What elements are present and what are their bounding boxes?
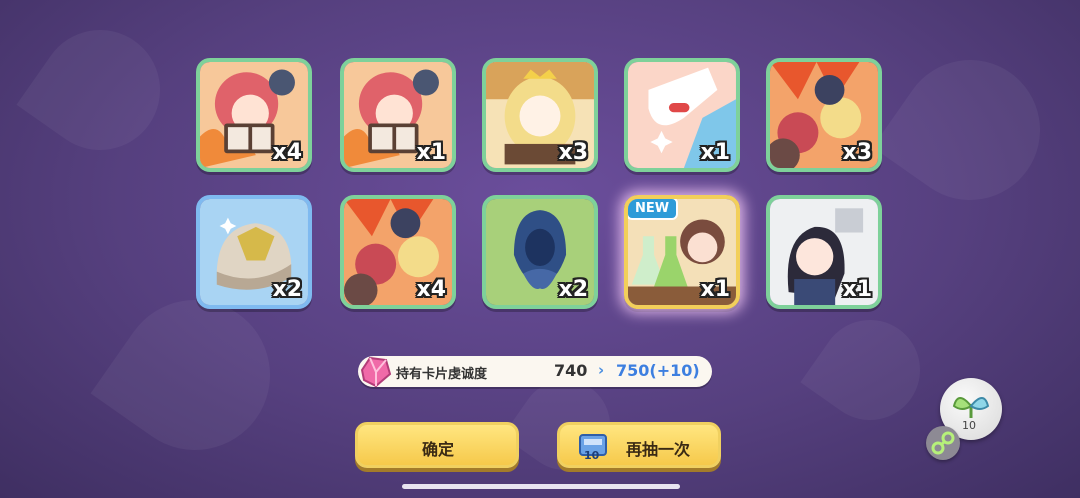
card-quantity: x1 <box>700 140 731 165</box>
reward-card-grid: x4 x1 x3 x1 x3 x2 x4 x2 NEW x1 x1 <box>196 58 886 312</box>
ticket-count: 10 <box>584 449 600 462</box>
confirm-button-label: 确定 <box>422 440 455 459</box>
card-quantity: x1 <box>842 277 873 302</box>
new-badge: NEW <box>628 199 679 220</box>
card-devotion-bar: 持有卡片虔诚度 740 › 750(+10) <box>358 356 712 388</box>
sprout-count: 10 <box>962 419 976 432</box>
arrow-icon: › <box>598 361 605 379</box>
reward-card[interactable]: x1 <box>624 58 740 172</box>
card-quantity: x3 <box>842 140 873 165</box>
redraw-button[interactable]: 10 再抽一次 <box>557 422 721 468</box>
reward-card[interactable]: x4 <box>196 58 312 172</box>
confirm-button[interactable]: 确定 <box>355 422 519 468</box>
card-quantity: x3 <box>558 140 589 165</box>
card-quantity: x4 <box>272 140 303 165</box>
devotion-new-value: 750(+10) <box>616 361 700 380</box>
link-icon <box>931 431 955 455</box>
reward-card[interactable]: x2 <box>196 195 312 309</box>
card-quantity: x2 <box>272 277 303 302</box>
background-leaf <box>16 6 184 174</box>
background-leaf <box>872 32 1068 228</box>
card-quantity: x2 <box>558 277 589 302</box>
reward-card[interactable]: x3 <box>482 58 598 172</box>
card-quantity: x1 <box>416 140 447 165</box>
background-leaf <box>800 300 940 440</box>
devotion-label: 持有卡片虔诚度 <box>396 367 488 382</box>
reward-card[interactable]: x2 <box>482 195 598 309</box>
reward-card[interactable]: x3 <box>766 58 882 172</box>
pink-gem-icon <box>360 356 392 388</box>
reward-card[interactable]: x1 <box>340 58 456 172</box>
home-indicator[interactable] <box>402 484 680 489</box>
reward-card[interactable]: NEW x1 <box>624 195 740 309</box>
card-quantity: x1 <box>700 277 731 302</box>
link-button[interactable] <box>926 426 960 460</box>
redraw-button-label: 再抽一次 <box>626 440 691 459</box>
card-quantity: x4 <box>416 277 447 302</box>
reward-card[interactable]: x4 <box>340 195 456 309</box>
reward-card[interactable]: x1 <box>766 195 882 309</box>
devotion-old-value: 740 <box>554 361 588 380</box>
